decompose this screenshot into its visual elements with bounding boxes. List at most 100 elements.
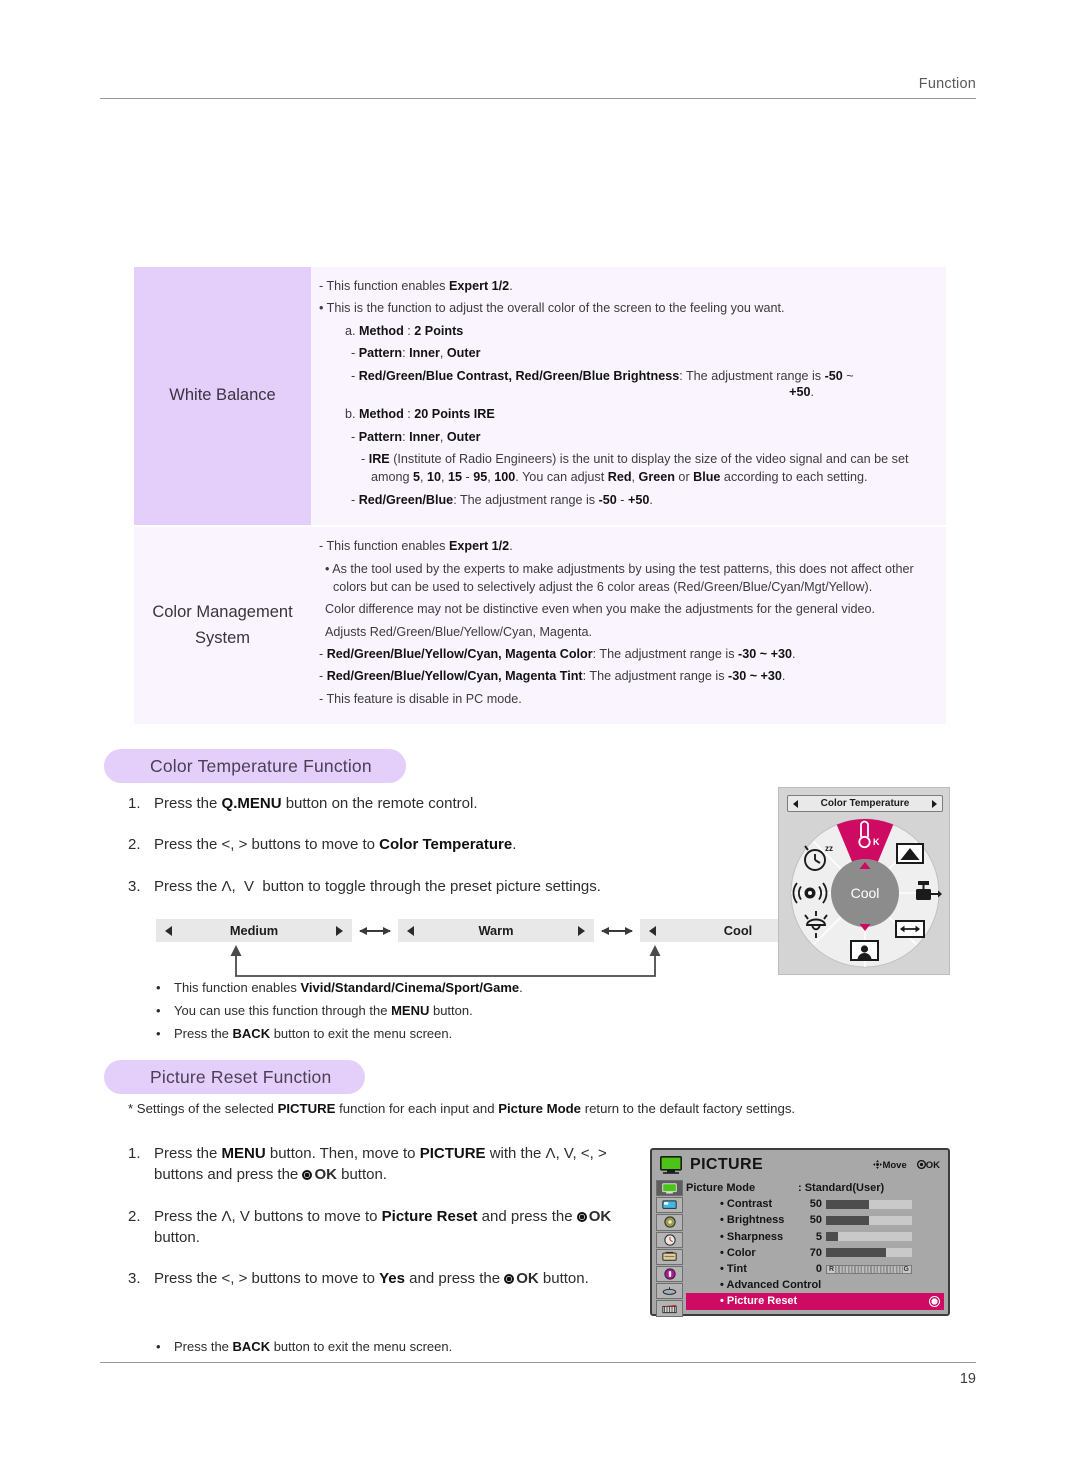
feature-name-color-management-system: Color Management System	[134, 527, 311, 725]
step-text: Press the <, > buttons to move to Yes an…	[154, 1270, 589, 1288]
feature-line: - Red/Green/Blue/Yellow/Cyan, Magenta Ti…	[319, 669, 786, 684]
feature-line: - Red/Green/Blue/Yellow/Cyan, Magenta Co…	[319, 647, 796, 661]
list-item: • This function enables Vivid/Standard/C…	[156, 978, 676, 998]
osd-row-advanced-control[interactable]: • Advanced Control	[686, 1277, 944, 1293]
section-title-label: Color Temperature Function	[150, 755, 372, 776]
note-text: Press the BACK button to exit the menu s…	[174, 1339, 453, 1354]
feature-body-white-balance: - This function enables Expert 1/2. • Th…	[311, 267, 946, 526]
osd-row-color[interactable]: • Color 70	[686, 1245, 944, 1261]
feature-line: - Pattern: Inner, Outer	[351, 346, 481, 361]
wheel-title-label: Color Temperature	[820, 798, 910, 809]
feature-line: - This function enables Expert 1/2.	[319, 539, 513, 554]
rail-item-picture[interactable]	[656, 1180, 683, 1197]
feature-line: b. Method : 20 Points IRE	[345, 407, 495, 422]
feature-name-white-balance: White Balance	[134, 267, 311, 526]
table-row: White Balance - This function enables Ex…	[134, 267, 946, 526]
horizontal-arrows-icon	[895, 920, 925, 938]
chevron-right-icon[interactable]	[336, 925, 343, 936]
picture-reset-intro: * Settings of the selected PICTURE funct…	[128, 1101, 796, 1116]
feature-line: • This is the function to adjust the ove…	[319, 301, 785, 316]
osd-slider-sharpness[interactable]	[826, 1232, 912, 1242]
rail-item-usb[interactable]	[656, 1265, 683, 1283]
osd-row-picture-mode[interactable]: Picture Mode : Standard(User)	[686, 1180, 944, 1196]
rail-item-time[interactable]	[656, 1231, 683, 1248]
section-title-label: Picture Reset Function	[150, 1066, 332, 1087]
chevron-left-icon[interactable]	[649, 925, 656, 936]
osd-row-label: • Sharpness	[720, 1230, 784, 1243]
osd-row-picture-reset[interactable]: • Picture Reset	[686, 1293, 944, 1310]
preset-label: Warm	[478, 923, 514, 938]
rail-item-my-media[interactable]	[656, 1300, 683, 1317]
film-clapper-icon	[662, 1304, 677, 1314]
osd-row-value: 0	[815, 1263, 822, 1276]
list-item: 2. Press the Λ, V buttons to move to Pic…	[128, 1206, 628, 1249]
osd-row-brightness[interactable]: • Brightness 50	[686, 1212, 944, 1228]
feature-body-color-management-system: - This function enables Expert 1/2. • As…	[311, 527, 946, 725]
step-text: Press the MENU button. Then, move to PIC…	[154, 1145, 611, 1184]
osd-row-label: • Tint	[720, 1263, 747, 1276]
step-text: Press the Λ, V button to toggle through …	[154, 877, 601, 895]
picture-reset-steps: 1. Press the MENU button. Then, move to …	[128, 1143, 628, 1309]
wheel-title-bar[interactable]: Color Temperature	[787, 795, 943, 812]
table-row: Color Management System - This function e…	[134, 525, 946, 725]
bullet-icon: •	[156, 1339, 161, 1354]
osd-slider-tint[interactable]: R G	[826, 1264, 912, 1274]
picture-monitor-icon	[660, 1156, 682, 1174]
page-number: 19	[959, 1371, 976, 1387]
picture-reset-notes: • Press the BACK button to exit the menu…	[156, 1337, 676, 1360]
osd-row-tint[interactable]: • Tint 0 R G	[686, 1261, 944, 1277]
color-temperature-steps: 1. Press the Q.MENU button on the remote…	[128, 793, 738, 917]
list-item: 1. Press the MENU button. Then, move to …	[128, 1143, 628, 1186]
wheel-svg: Cool K zz	[790, 818, 942, 968]
rail-item-screen[interactable]	[656, 1197, 683, 1214]
osd-row-label: • Picture Reset	[720, 1295, 798, 1308]
bullet-icon: •	[156, 980, 161, 995]
osd-slider-color[interactable]	[826, 1248, 912, 1258]
svg-text:zz: zz	[825, 844, 833, 853]
audio-disc-icon	[663, 1216, 676, 1229]
bullet-icon: •	[156, 1003, 161, 1019]
svg-text:K: K	[873, 837, 880, 847]
feature-name-label: Color Management System	[152, 603, 293, 647]
osd-row-contrast[interactable]: • Contrast 50	[686, 1196, 944, 1212]
step-number: 2.	[128, 1207, 141, 1225]
osd-row-label: • Brightness	[720, 1214, 785, 1227]
osd-slider-brightness[interactable]	[826, 1215, 912, 1225]
osd-hint-move: Move	[873, 1159, 907, 1171]
osd-row-value: 70	[809, 1246, 822, 1259]
ok-dot-icon	[504, 1274, 515, 1285]
rail-item-audio[interactable]	[656, 1214, 683, 1231]
osd-row-label: • Contrast	[720, 1198, 773, 1211]
osd-row-value: 5	[815, 1230, 822, 1243]
chevron-right-icon[interactable]	[578, 925, 585, 936]
feature-table: White Balance - This function enables Ex…	[134, 267, 946, 725]
list-item: 3. Press the <, > buttons to move to Yes…	[128, 1268, 628, 1289]
feature-line: Color difference may not be distinctive …	[325, 602, 876, 617]
step-number: 2.	[128, 836, 141, 854]
time-clock-icon	[663, 1233, 676, 1246]
rail-item-option[interactable]	[656, 1248, 683, 1265]
preset-option-medium[interactable]: Medium	[156, 919, 352, 942]
osd-slider-contrast[interactable]	[826, 1199, 912, 1209]
lock-option-icon	[662, 1252, 677, 1262]
rail-item-network[interactable]	[656, 1283, 683, 1300]
step-number: 1.	[128, 795, 141, 812]
feature-line: • As the tool used by the experts to mak…	[325, 561, 914, 594]
ok-dot-icon	[916, 1159, 926, 1169]
feature-line: a. Method : 2 Points	[345, 323, 464, 338]
osd-row-value: 50	[809, 1198, 822, 1211]
osd-row-sharpness[interactable]: • Sharpness 5	[686, 1229, 944, 1245]
section-title-color-temperature: Color Temperature Function	[104, 749, 406, 783]
step-number: 1.	[128, 1145, 141, 1162]
chevron-right-icon[interactable]	[932, 799, 937, 808]
usb-magenta-icon	[663, 1268, 676, 1280]
chevron-left-icon[interactable]	[165, 925, 172, 936]
osd-hint-ok: OK	[916, 1159, 940, 1171]
osd-title: PICTURE	[690, 1156, 764, 1173]
chevron-left-icon[interactable]	[407, 925, 414, 936]
preset-option-warm[interactable]: Warm	[398, 919, 594, 942]
page-footer: 19	[100, 1362, 976, 1387]
loop-back-arrow-icon	[230, 945, 661, 977]
note-text: Press the BACK button to exit the menu s…	[174, 1026, 453, 1042]
ok-dot-icon	[929, 1295, 940, 1307]
